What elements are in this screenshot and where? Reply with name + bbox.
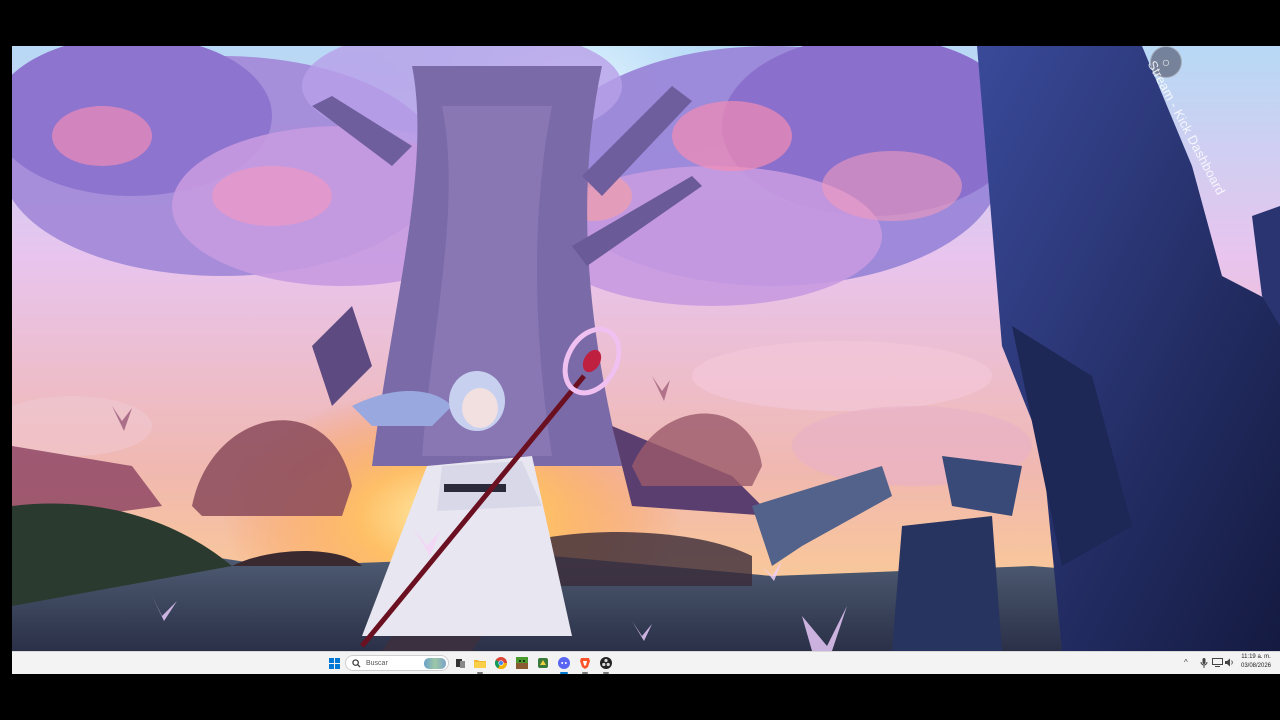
network-icon[interactable]: [1212, 657, 1223, 668]
obs-button[interactable]: [598, 655, 614, 674]
running-indicator: [582, 672, 588, 674]
system-clock[interactable]: 11:19 a. m. 03/08/2026: [1234, 653, 1278, 671]
running-indicator: [477, 672, 483, 674]
clock-time: 11:19 a. m.: [1241, 654, 1271, 660]
discord-icon: [558, 657, 570, 669]
chrome-icon: [495, 657, 507, 669]
game-icon: [538, 658, 548, 668]
brave-button[interactable]: [577, 655, 593, 674]
start-button[interactable]: [326, 655, 342, 671]
taskbar-search[interactable]: Buscar: [345, 655, 449, 671]
desktop-wallpaper: [12, 46, 1280, 651]
game-app-button[interactable]: [535, 655, 551, 671]
clock-date: 03/08/2026: [1240, 663, 1272, 669]
running-indicator: [603, 672, 609, 674]
brave-icon: [580, 658, 590, 669]
desktop-screen: ○ Stream - Kick Dashboard Buscar ^ 11:19…: [12, 46, 1280, 674]
task-view-button[interactable]: [452, 655, 468, 671]
windows-logo-icon: [328, 657, 340, 669]
stream-dashboard-widget[interactable]: ○ Stream - Kick Dashboard: [1144, 46, 1228, 206]
file-explorer-button[interactable]: [472, 655, 488, 674]
folder-icon: [474, 659, 486, 668]
minecraft-button[interactable]: [514, 655, 530, 671]
chrome-button[interactable]: [493, 655, 509, 671]
taskbar: Buscar ^ 11:19 a. m. 03/08/2026: [12, 651, 1280, 674]
minecraft-icon: [516, 657, 528, 669]
obs-icon: [600, 657, 612, 669]
task-view-icon: [455, 658, 465, 668]
microphone-icon[interactable]: [1198, 657, 1209, 668]
discord-button[interactable]: [556, 655, 572, 674]
tray-overflow-chevron[interactable]: ^: [1184, 658, 1188, 667]
search-highlight-image: [424, 658, 446, 669]
active-indicator: [560, 672, 568, 674]
search-placeholder: Buscar: [366, 659, 388, 667]
search-icon: [352, 658, 361, 668]
